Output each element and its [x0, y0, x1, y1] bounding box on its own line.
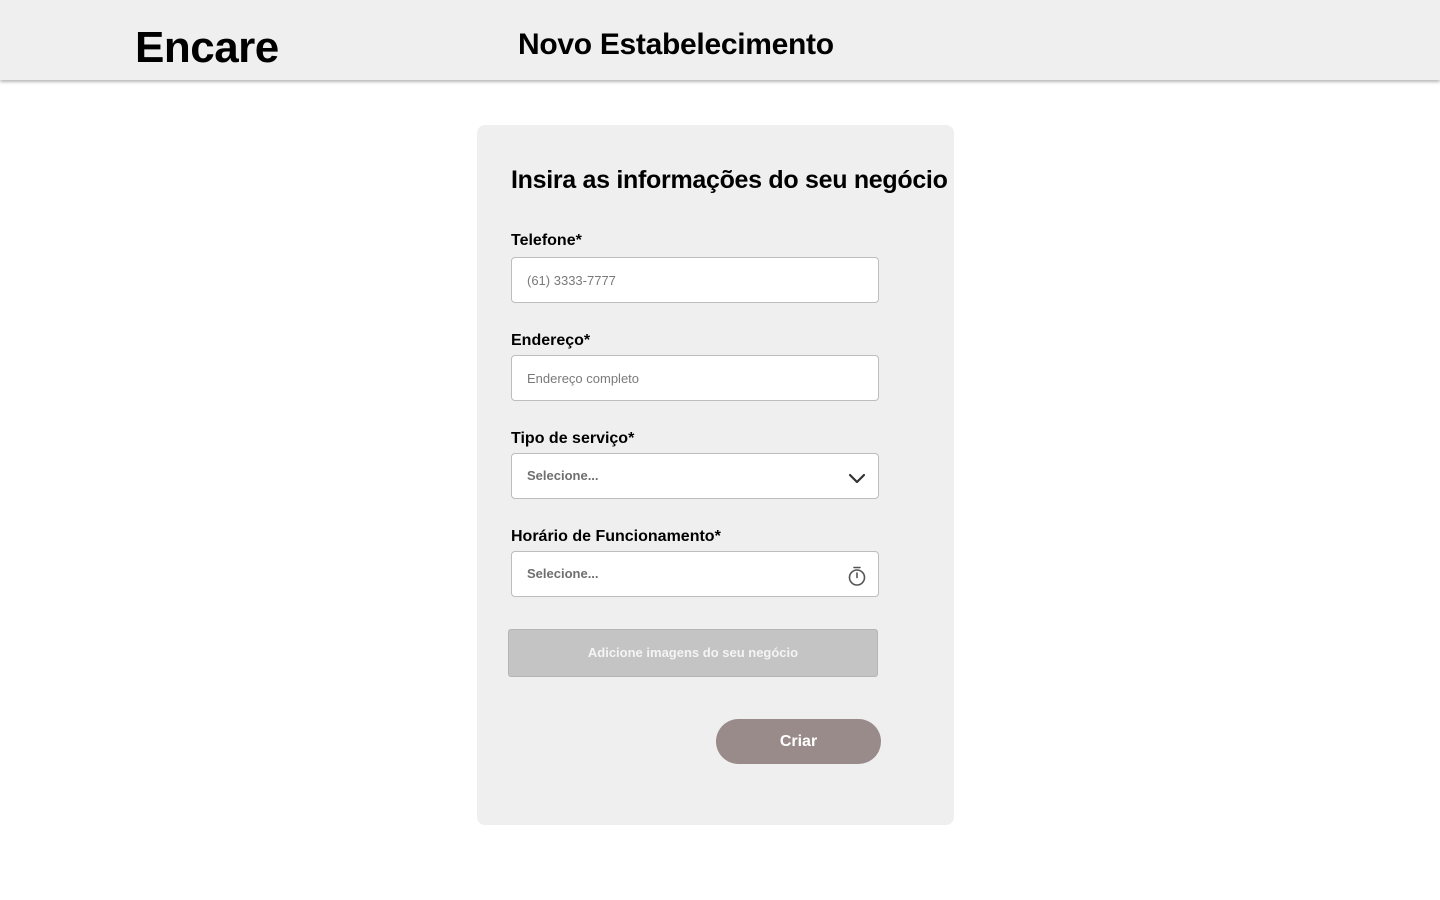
create-button[interactable]: Criar: [716, 719, 881, 764]
brand-logo[interactable]: Encare: [135, 22, 279, 74]
address-label: Endereço*: [511, 332, 591, 349]
address-input[interactable]: [527, 356, 837, 400]
stopwatch-icon[interactable]: [846, 565, 868, 587]
opening-hours-label: Horário de Funcionamento*: [511, 528, 721, 545]
top-bar: Encare Novo Estabelecimento: [0, 0, 1440, 80]
add-images-button[interactable]: Adicione imagens do seu negócio: [508, 629, 878, 677]
chevron-down-icon[interactable]: [846, 467, 868, 489]
address-field[interactable]: [511, 355, 879, 401]
service-type-select[interactable]: Selecione...: [511, 453, 879, 499]
establishment-form: Insira as informações do seu negócio Tel…: [477, 125, 954, 825]
phone-field[interactable]: [511, 257, 879, 303]
service-type-selected: Selecione...: [527, 468, 599, 483]
phone-input[interactable]: [527, 258, 837, 302]
form-heading: Insira as informações do seu negócio: [511, 166, 948, 194]
page-title: Novo Estabelecimento: [518, 28, 834, 61]
opening-hours-select[interactable]: Selecione...: [511, 551, 879, 597]
phone-label: Telefone*: [511, 232, 582, 249]
service-type-label: Tipo de serviço*: [511, 430, 635, 447]
opening-hours-selected: Selecione...: [527, 566, 599, 581]
